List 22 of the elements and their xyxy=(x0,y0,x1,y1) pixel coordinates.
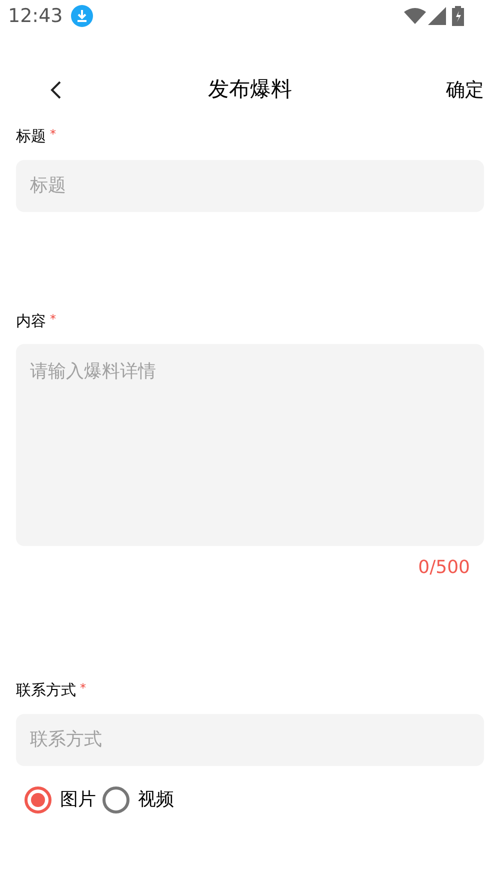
content-field[interactable]: 请输入爆料详情 xyxy=(16,344,484,546)
radio-checked-icon xyxy=(24,786,52,814)
download-icon xyxy=(70,5,93,27)
page-title: 发布爆料 xyxy=(208,76,292,104)
field-label: 标题 xyxy=(16,126,46,147)
input-field[interactable]: 联系方式 xyxy=(16,714,484,766)
media-radio[interactable]: 视频 xyxy=(102,786,174,814)
back-icon xyxy=(50,80,62,100)
media-radio[interactable]: 图片 xyxy=(24,786,96,814)
char-counter: 0/500 xyxy=(418,556,470,580)
confirm-button[interactable]: 确定 xyxy=(404,76,484,104)
radio-unchecked-icon xyxy=(102,786,130,814)
wifi-icon xyxy=(404,8,426,24)
required-mark: * xyxy=(80,680,86,697)
battery-icon xyxy=(452,6,464,26)
field-label: 内容 xyxy=(16,310,46,332)
signal-icon xyxy=(428,7,446,25)
field-label: 联系方式 xyxy=(16,680,76,701)
required-mark: * xyxy=(50,310,56,328)
input-field[interactable]: 标题 xyxy=(16,160,484,212)
status-time: 12:43 xyxy=(8,4,63,29)
required-mark: * xyxy=(50,126,56,143)
